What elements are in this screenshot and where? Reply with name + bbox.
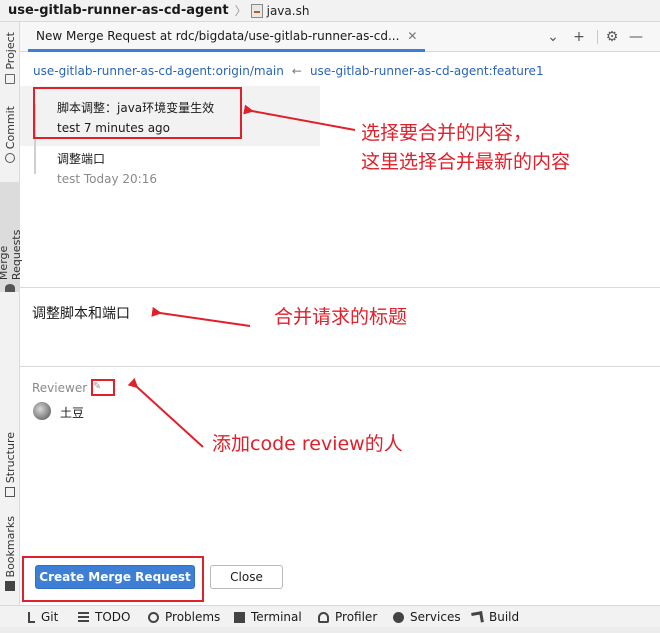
breadcrumb: use-gitlab-runner-as-cd-agent 〉 java.sh [0,0,660,22]
target-branch-link[interactable]: use-gitlab-runner-as-cd-agent:origin/mai… [33,64,284,78]
tool-tab-label: Structure [3,432,17,484]
annotation-box-commits [33,87,242,139]
bottom-tool-bar: Git TODO Problems Terminal Profiler Serv… [0,605,660,627]
bottom-tool-label: Terminal [251,610,302,624]
tool-tab-project[interactable]: Project [0,32,20,84]
merge-request-title-field[interactable]: 调整脚本和端口 [32,303,130,323]
chevron-down-icon[interactable]: ⌄ [543,27,563,47]
tool-tab-label: Project [3,32,17,70]
commit-meta: test Today 20:16 [57,172,157,186]
structure-icon [5,487,15,498]
tab-new-merge-request[interactable]: New Merge Request at rdc/bigdata/use-git… [28,22,426,52]
chevron-right-icon: 〉 [234,4,247,18]
tool-tab-merge-requests[interactable]: Merge Requests [0,182,23,292]
section-divider [20,287,660,288]
bottom-tool-git[interactable]: Git [28,610,58,624]
bottom-tool-label: Services [410,610,461,624]
bottom-tool-terminal[interactable]: Terminal [234,610,302,624]
left-tool-strip: Project Commit Merge Requests Structure … [0,22,23,605]
panel-header: New Merge Request at rdc/bigdata/use-git… [20,22,660,52]
bottom-tool-label: Build [489,610,520,624]
header-divider [597,30,598,44]
terminal-icon [234,611,245,623]
section-divider [20,366,660,367]
minimize-icon[interactable]: — [626,27,646,47]
arrow-left-icon: ← [291,64,302,78]
annotation-box-reviewer [91,379,115,396]
tool-tab-commit[interactable]: Commit [0,106,20,164]
profiler-icon [318,611,329,623]
close-icon[interactable]: ✕ [407,29,417,43]
source-branch-link[interactable]: use-gitlab-runner-as-cd-agent:feature1 [310,64,544,78]
services-icon [393,611,404,623]
tool-tab-label: Bookmarks [3,516,17,578]
tab-label: New Merge Request at rdc/bigdata/use-git… [36,28,400,43]
status-bar [0,627,660,633]
reviewer-name: 土豆 [60,406,85,420]
bottom-tool-problems[interactable]: Problems [148,610,220,624]
bottom-tool-label: TODO [95,610,131,624]
tool-tab-label: Merge Requests [0,229,23,281]
annotation-commits-line1: 选择要合并的内容， [361,122,533,144]
plus-icon[interactable]: + [569,27,589,47]
branch-selector: use-gitlab-runner-as-cd-agent:origin/mai… [33,64,544,78]
bottom-tool-label: Git [41,610,59,624]
annotation-arrow-reviewer [127,377,204,448]
commit-graph-line [34,146,36,174]
hammer-icon [471,610,484,624]
bottom-tool-label: Profiler [335,610,378,624]
reviewer-label: Reviewer [32,381,88,395]
bottom-tool-services[interactable]: Services [393,610,461,624]
gear-icon[interactable]: ⚙ [602,27,622,47]
annotation-box-buttons [22,556,204,602]
bottom-tool-todo[interactable]: TODO [78,610,130,624]
annotation-commits-line2: 这里选择合并最新的内容 [361,151,571,173]
tool-tab-structure[interactable]: Structure [0,432,20,498]
commit-icon [5,153,15,164]
merge-request-icon [5,284,15,292]
commit-title: 调整端口 [57,152,106,166]
shell-file-icon [250,3,263,18]
annotation-title: 合并请求的标题 [274,306,408,328]
tool-tab-bookmarks[interactable]: Bookmarks [0,516,20,592]
warning-icon [148,611,159,623]
avatar [33,402,51,420]
bookmark-icon [5,581,15,592]
breadcrumb-project[interactable]: use-gitlab-runner-as-cd-agent [8,3,229,18]
bottom-tool-profiler[interactable]: Profiler [318,610,377,624]
close-button[interactable]: Close [210,565,283,589]
tool-tab-label: Commit [3,106,17,150]
list-icon [78,611,89,623]
annotation-arrow-title [151,306,251,327]
bottom-tool-build[interactable]: Build [471,610,520,624]
breadcrumb-file[interactable]: java.sh [267,4,310,18]
git-branch-icon [28,611,35,623]
annotation-reviewer: 添加code review的人 [212,433,403,455]
folder-icon [5,73,15,84]
bottom-tool-label: Problems [165,610,221,624]
